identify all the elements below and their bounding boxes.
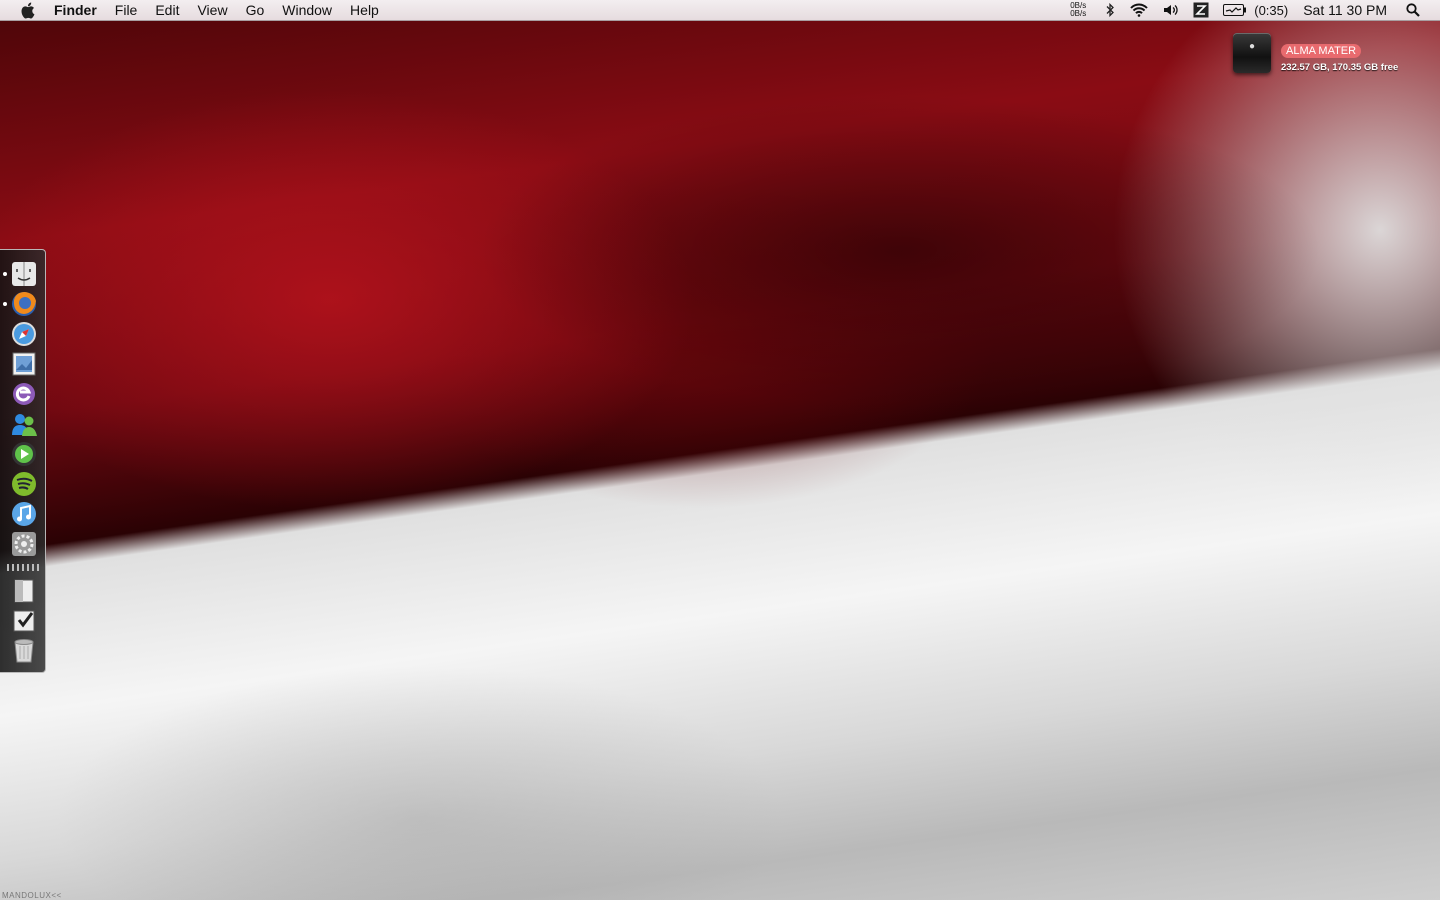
hard-drive-icon[interactable]: ● bbox=[1233, 33, 1271, 73]
menubar-clock[interactable]: Sat 11 30 PM bbox=[1303, 2, 1387, 18]
apple-menu-icon[interactable] bbox=[18, 1, 36, 19]
trash-icon[interactable] bbox=[10, 636, 38, 664]
safari-icon[interactable] bbox=[10, 320, 38, 348]
itunes-icon[interactable] bbox=[10, 500, 38, 528]
preview-icon[interactable] bbox=[10, 350, 38, 378]
battery-icon[interactable] bbox=[1223, 4, 1247, 16]
menu-help[interactable]: Help bbox=[341, 0, 388, 21]
dock-separator bbox=[7, 564, 41, 571]
wallpaper-watermark: MANDOLUX<< bbox=[2, 891, 62, 900]
menu-window[interactable]: Window bbox=[273, 0, 341, 21]
running-indicator bbox=[3, 302, 7, 306]
media-player-icon[interactable] bbox=[10, 440, 38, 468]
spotlight-search-icon[interactable] bbox=[1406, 3, 1420, 17]
menu-view[interactable]: View bbox=[188, 0, 236, 21]
network-monitor[interactable]: 0B/s 0B/s bbox=[1070, 2, 1086, 18]
wifi-icon[interactable] bbox=[1129, 3, 1149, 17]
menu-go[interactable]: Go bbox=[237, 0, 274, 21]
bluetooth-icon[interactable] bbox=[1105, 3, 1115, 17]
menu-edit[interactable]: Edit bbox=[146, 0, 188, 21]
battery-time: (0:35) bbox=[1254, 2, 1289, 18]
firefox-icon[interactable] bbox=[10, 290, 38, 318]
menu-file[interactable]: File bbox=[106, 0, 147, 21]
running-indicator bbox=[3, 272, 7, 276]
apple-logo-icon: ● bbox=[1248, 41, 1256, 52]
sync-status-icon[interactable] bbox=[1193, 2, 1209, 18]
entourage-icon[interactable] bbox=[10, 380, 38, 408]
net-down-rate: 0B/s bbox=[1070, 9, 1087, 18]
messenger-icon[interactable] bbox=[10, 410, 38, 438]
drive-widget[interactable]: ● ALMA MATER 232.57 GB, 170.35 GB free bbox=[1233, 33, 1398, 73]
volume-icon[interactable] bbox=[1163, 3, 1179, 17]
drive-name-badge: ALMA MATER bbox=[1281, 44, 1362, 58]
downloads-stack-icon[interactable] bbox=[10, 606, 38, 634]
system-preferences-icon[interactable] bbox=[10, 530, 38, 558]
documents-stack-icon[interactable] bbox=[10, 576, 38, 604]
drive-capacity: 232.57 GB, 170.35 GB free bbox=[1281, 62, 1399, 73]
app-menu-finder[interactable]: Finder bbox=[54, 0, 106, 21]
desktop-wallpaper bbox=[0, 0, 1440, 900]
spotify-icon[interactable] bbox=[10, 470, 38, 498]
finder-icon[interactable] bbox=[10, 260, 38, 288]
dock bbox=[0, 249, 46, 673]
menu-bar: Finder File Edit View Go Window Help 0B/… bbox=[0, 0, 1440, 21]
